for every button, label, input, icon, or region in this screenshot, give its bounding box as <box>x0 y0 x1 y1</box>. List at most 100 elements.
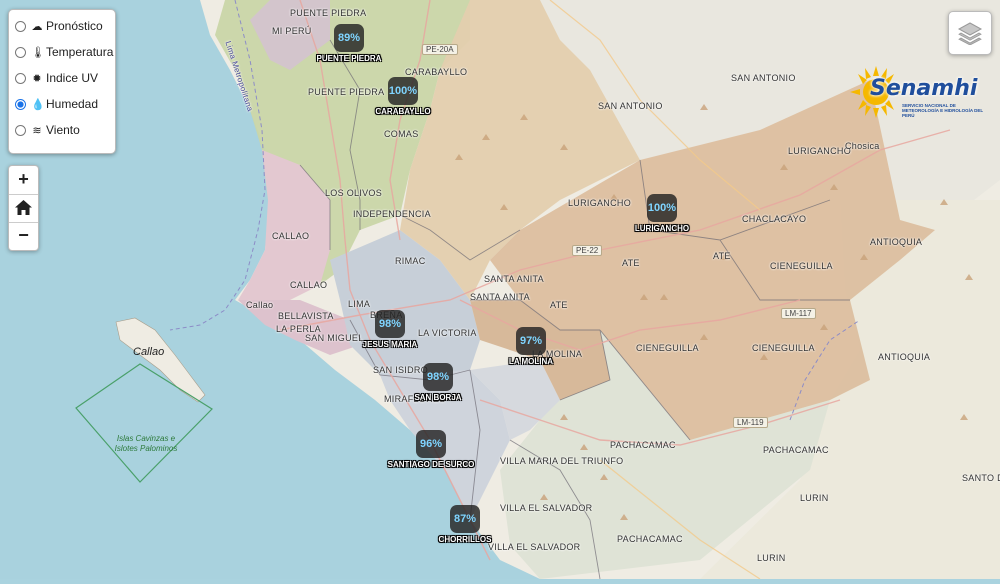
place-label: CIENEGUILLA <box>752 343 815 353</box>
station-name: LA MOLINA <box>508 357 554 366</box>
place-label: MI PERÚ <box>272 26 312 36</box>
radio-button[interactable] <box>15 46 26 58</box>
humidity-value: 87% <box>450 505 480 533</box>
layer-option-label: Viento <box>46 123 80 137</box>
layer-option-viento[interactable]: ≋ Viento <box>15 120 80 140</box>
place-label: LURIN <box>757 553 786 563</box>
station-marker-carabayllo[interactable]: 100% CARABAYLLO <box>375 77 431 116</box>
droplet-icon: 💧 <box>31 98 45 111</box>
place-label: SANTA ANITA <box>484 274 544 284</box>
place-label: VILLA MARIA DEL TRIUNFO <box>500 456 624 466</box>
place-label: Chosica <box>845 141 880 151</box>
place-label: COMAS <box>384 129 419 139</box>
place-label: SAN ANTONIO <box>731 73 796 83</box>
place-label: SANTA ANITA <box>470 292 530 302</box>
humidity-value: 96% <box>416 430 446 458</box>
station-marker-puente-piedra[interactable]: 89% PUENTE PIEDRA <box>317 24 381 63</box>
layer-option-temperatura[interactable]: 🌡 Temperatura <box>15 42 113 62</box>
place-label: ATE <box>713 251 731 261</box>
place-label: BELLAVISTA <box>278 311 334 321</box>
place-label: LOS OLIVOS <box>325 188 383 198</box>
humidity-value: 100% <box>647 194 677 222</box>
place-label: PACHACAMAC <box>763 445 829 455</box>
place-label: ATE <box>550 300 568 310</box>
zoom-out-button[interactable]: − <box>9 222 38 249</box>
layer-selector-panel: ☁ Pronóstico 🌡 Temperatura ✹ Indice UV 💧… <box>8 9 116 154</box>
place-label: ANTIOQUIA <box>878 352 931 362</box>
sun-icon: ✹ <box>32 72 42 85</box>
station-name: SAN BORJA <box>414 393 462 402</box>
place-label: SAN ISIDRO <box>373 365 429 375</box>
place-label: PACHACAMAC <box>610 440 676 450</box>
zoom-controls: + − <box>8 165 39 251</box>
humidity-value: 98% <box>423 363 453 391</box>
place-label: VILLA EL SALVADOR <box>500 503 593 513</box>
radio-button[interactable] <box>15 72 26 84</box>
station-name: CARABAYLLO <box>375 107 431 116</box>
place-label: LURIN <box>800 493 829 503</box>
humidity-value: 97% <box>516 327 546 355</box>
logo-name: Senamhi <box>870 76 978 101</box>
place-label: SANTO D <box>962 473 1000 483</box>
place-label: ANTIOQUIA <box>870 237 923 247</box>
place-label: CHACLACAYO <box>742 214 807 224</box>
wind-icon: ≋ <box>32 124 42 137</box>
place-label: SAN MIGUEL <box>305 333 364 343</box>
place-label: PACHACAMAC <box>617 534 683 544</box>
home-icon <box>15 200 32 215</box>
place-label: LURIGANCHO <box>788 146 852 156</box>
road-shield: PE-20A <box>422 44 458 55</box>
road-shield: PE-22 <box>572 245 603 256</box>
radio-button[interactable] <box>15 124 26 136</box>
place-label: SAN ANTONIO <box>598 101 663 111</box>
place-label: CALLAO <box>272 231 310 241</box>
layer-option-label: Humedad <box>46 97 99 111</box>
station-marker-jesus-maria[interactable]: 98% JESUS MARIA <box>363 310 417 349</box>
humidity-value: 100% <box>388 77 418 105</box>
layer-option-label: Pronóstico <box>46 19 103 33</box>
station-name: SANTIAGO DE SURCO <box>387 460 475 469</box>
place-label: CIENEGUILLA <box>636 343 699 353</box>
layer-option-label: Indice UV <box>46 71 99 85</box>
cloud-icon: ☁ <box>31 20 43 33</box>
layer-option-humedad[interactable]: 💧 Humedad <box>15 94 98 114</box>
road-shield: LM-117 <box>781 308 816 319</box>
layers-button[interactable] <box>948 11 992 55</box>
place-label: PUENTE PIEDRA <box>290 8 367 18</box>
station-name: LURIGANCHO <box>634 224 690 233</box>
islands-label: Islas Cavinzas e Islotes Palominos <box>114 434 178 453</box>
place-label: Callao <box>246 300 274 310</box>
logo-subtitle: SERVICIO NACIONAL DE METEOROLOGÍA E HIDR… <box>902 103 984 118</box>
station-name: JESUS MARIA <box>362 340 418 349</box>
place-label: LURIGANCHO <box>568 198 632 208</box>
station-marker-la-molina[interactable]: 97% LA MOLINA <box>509 327 553 366</box>
humidity-value: 89% <box>334 24 364 52</box>
thermometer-icon: 🌡 <box>31 46 45 59</box>
station-marker-lurigancho[interactable]: 100% LURIGANCHO <box>635 194 689 233</box>
place-label: CIENEGUILLA <box>770 261 833 271</box>
island-label: Callao <box>133 346 165 358</box>
place-label: INDEPENDENCIA <box>353 209 431 219</box>
station-marker-santiago-de-surco[interactable]: 96% SANTIAGO DE SURCO <box>388 430 474 469</box>
radio-button-selected[interactable] <box>15 98 26 110</box>
place-label: RIMAC <box>395 256 426 266</box>
station-marker-chorrillos[interactable]: 87% CHORRILLOS <box>439 505 491 544</box>
place-label: LA VICTORIA <box>418 328 477 338</box>
zoom-in-button[interactable]: + <box>9 166 38 193</box>
layers-icon <box>957 22 983 45</box>
station-marker-san-borja[interactable]: 98% SAN BORJA <box>414 363 462 402</box>
humidity-value: 98% <box>375 310 405 338</box>
place-label: CALLAO <box>290 280 328 290</box>
home-button[interactable] <box>9 194 38 221</box>
layer-option-label: Temperatura <box>46 45 114 59</box>
place-label: PUENTE PIEDRA <box>308 87 385 97</box>
senamhi-logo: Senamhi SERVICIO NACIONAL DE METEOROLOGÍ… <box>850 64 990 124</box>
radio-button[interactable] <box>15 20 26 32</box>
place-label: CARABAYLLO <box>405 67 468 77</box>
place-label: ATE <box>622 258 640 268</box>
layer-option-indice-uv[interactable]: ✹ Indice UV <box>15 68 98 88</box>
road-shield: LM-119 <box>733 417 768 428</box>
place-label: VILLA EL SALVADOR <box>488 542 581 552</box>
layer-option-pronostico[interactable]: ☁ Pronóstico <box>15 16 103 36</box>
station-name: PUENTE PIEDRA <box>316 54 382 63</box>
